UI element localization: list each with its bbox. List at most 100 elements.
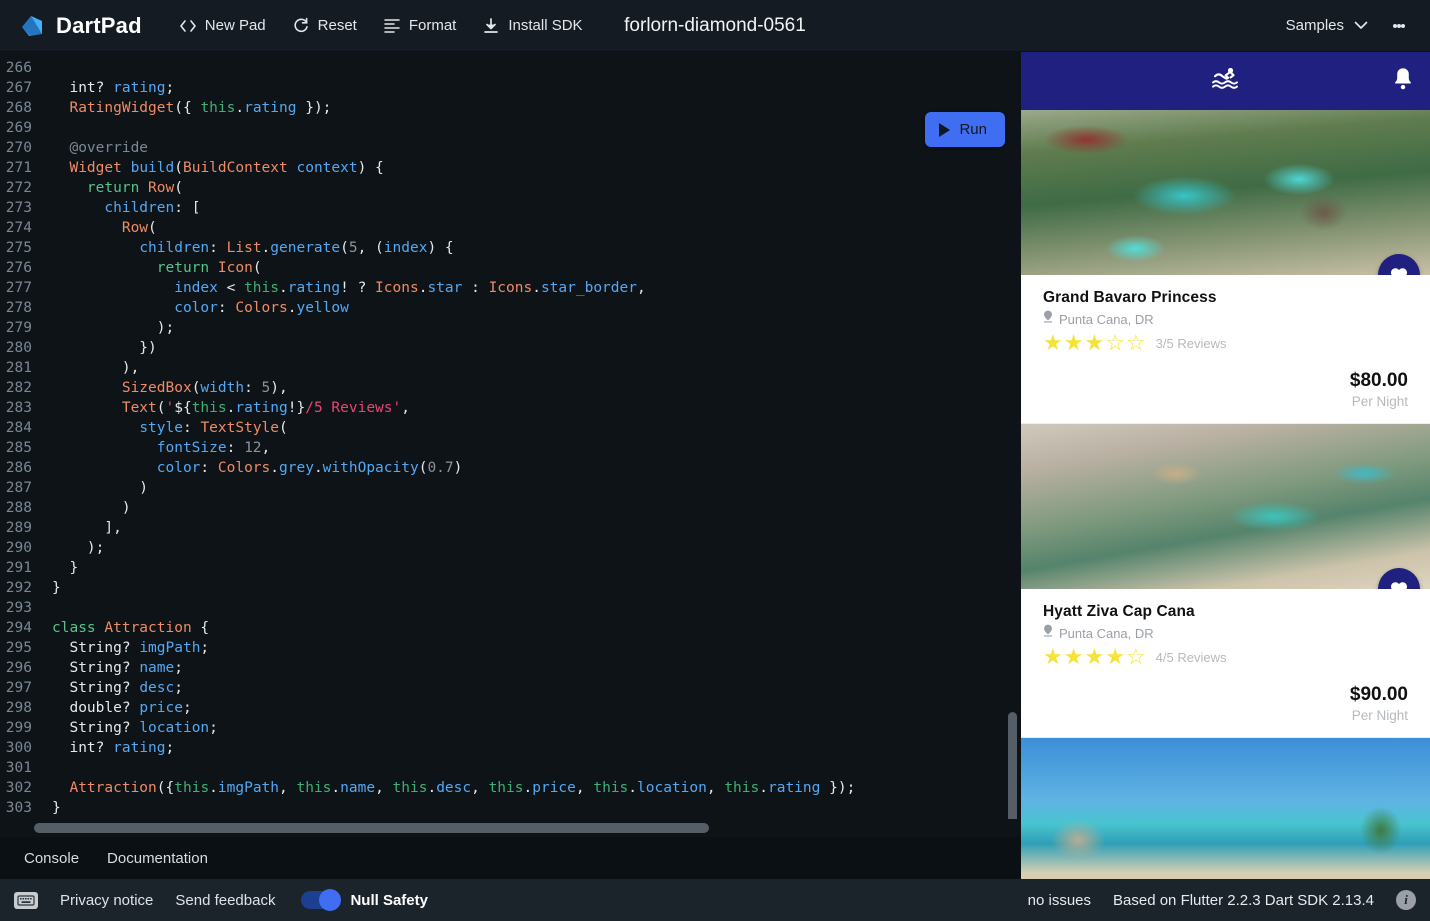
line-text[interactable]: int? rating; xyxy=(40,738,1021,758)
line-text[interactable]: } xyxy=(40,558,1021,578)
line-text[interactable]: return Row( xyxy=(40,178,1021,198)
privacy-notice-link[interactable]: Privacy notice xyxy=(60,892,153,909)
new-pad-button[interactable]: New Pad xyxy=(168,11,277,41)
line-text[interactable]: String? imgPath; xyxy=(40,638,1021,658)
code-token: String? xyxy=(69,640,131,656)
line-text[interactable]: color: Colors.yellow xyxy=(40,298,1021,318)
tab-documentation[interactable]: Documentation xyxy=(95,842,220,875)
code-token: build xyxy=(130,160,175,176)
code-token: this xyxy=(200,100,236,116)
line-text[interactable]: Text('${this.rating!}/5 Reviews', xyxy=(40,398,1021,418)
editor-vertical-scrollbar[interactable] xyxy=(1008,712,1017,819)
code-token: : xyxy=(244,380,262,396)
code-token: List xyxy=(226,240,262,256)
format-button[interactable]: Format xyxy=(372,11,468,41)
hotel-card[interactable]: Hyatt Ziva Cap Cana Punta Cana, DR ★ ★ ★ ★ ☆ 4/… xyxy=(1021,424,1430,738)
line-text[interactable]: children: [ xyxy=(40,198,1021,218)
reset-button[interactable]: Reset xyxy=(281,11,368,41)
code-content[interactable]: 266 267 int? rating; 268 RatingWidget({ th… xyxy=(0,52,1021,818)
keyboard-icon[interactable] xyxy=(14,891,38,909)
download-icon xyxy=(482,17,500,35)
line-text[interactable]: @override xyxy=(40,138,1021,158)
hotel-card-list[interactable]: Grand Bavaro Princess Punta Cana, DR ★ ★ ★ ☆ ☆… xyxy=(1021,110,1430,879)
line-text[interactable]: ), xyxy=(40,358,1021,378)
code-token: rating xyxy=(113,740,166,756)
code-token: Row xyxy=(148,180,175,196)
line-text[interactable]: String? location; xyxy=(40,718,1021,738)
line-text[interactable]: children: List.generate(5, (index) { xyxy=(40,238,1021,258)
location-pin-icon xyxy=(1043,310,1053,328)
line-text[interactable]: String? name; xyxy=(40,658,1021,678)
pool-swimmer-icon[interactable] xyxy=(1211,66,1241,97)
samples-dropdown[interactable]: Samples xyxy=(1276,11,1378,40)
line-text[interactable] xyxy=(40,598,1021,618)
hotel-price: $80.00 xyxy=(1349,370,1408,391)
code-token: . xyxy=(532,280,541,296)
code-token: style xyxy=(139,420,183,436)
hotel-card[interactable] xyxy=(1021,738,1430,879)
more-vertical-icon[interactable] xyxy=(1382,9,1416,43)
star-outline-icon: ☆ xyxy=(1105,330,1125,355)
line-number: 273 xyxy=(5,200,32,216)
line-text[interactable]: }) xyxy=(40,338,1021,358)
line-text[interactable]: ], xyxy=(40,518,1021,538)
line-text[interactable]: ); xyxy=(40,538,1021,558)
line-text[interactable]: class Attraction { xyxy=(40,618,1021,638)
line-text[interactable]: return Icon( xyxy=(40,258,1021,278)
code-token: grey xyxy=(279,460,314,476)
brand-area[interactable]: DartPad xyxy=(18,12,142,40)
install-sdk-button[interactable]: Install SDK xyxy=(471,11,593,41)
refresh-icon xyxy=(292,17,310,35)
line-text[interactable]: style: TextStyle( xyxy=(40,418,1021,438)
send-feedback-link[interactable]: Send feedback xyxy=(175,892,275,909)
info-icon[interactable]: i xyxy=(1396,890,1416,910)
line-text[interactable]: ) xyxy=(40,478,1021,498)
line-text[interactable] xyxy=(40,758,1021,778)
line-text[interactable]: index < this.rating! ? Icons.star : Icon… xyxy=(40,278,1021,298)
line-text[interactable] xyxy=(40,58,1021,78)
tab-console[interactable]: Console xyxy=(12,842,91,875)
code-token: rating xyxy=(287,280,341,296)
code-token: , xyxy=(375,780,393,796)
code-editor[interactable]: 266 267 int? rating; 268 RatingWidget({ th… xyxy=(0,52,1021,819)
line-text[interactable]: fontSize: 12, xyxy=(40,438,1021,458)
line-text[interactable]: Row( xyxy=(40,218,1021,238)
line-text[interactable]: int? rating; xyxy=(40,78,1021,98)
line-text[interactable]: } xyxy=(40,798,1021,818)
editor-horizontal-scrollbar[interactable] xyxy=(34,823,709,833)
line-text[interactable]: ); xyxy=(40,318,1021,338)
null-safety-toggle[interactable] xyxy=(301,889,342,911)
code-token: generate xyxy=(270,240,341,256)
code-token: ) { xyxy=(357,160,384,176)
line-text[interactable]: Attraction({this.imgPath, this.name, thi… xyxy=(40,778,1021,798)
hotel-card[interactable]: Grand Bavaro Princess Punta Cana, DR ★ ★ ★ ☆ ☆… xyxy=(1021,110,1430,424)
line-text[interactable]: ) xyxy=(40,498,1021,518)
line-number: 290 xyxy=(5,540,32,556)
line-text[interactable]: String? desc; xyxy=(40,678,1021,698)
line-text[interactable]: double? price; xyxy=(40,698,1021,718)
code-token: ( xyxy=(156,400,166,416)
code-token: : xyxy=(200,460,218,476)
line-text[interactable]: color: Colors.grey.withOpacity(0.7) xyxy=(40,458,1021,478)
line-number: 279 xyxy=(5,320,32,336)
code-token: ( xyxy=(279,420,288,436)
code-token: . xyxy=(628,780,638,796)
line-text[interactable]: SizedBox(width: 5), xyxy=(40,378,1021,398)
line-text[interactable] xyxy=(40,118,1021,138)
reset-label: Reset xyxy=(317,17,357,34)
line-text[interactable]: Widget build(BuildContext context) { xyxy=(40,158,1021,178)
line-text[interactable]: } xyxy=(40,578,1021,598)
line-text[interactable]: RatingWidget({ this.rating }); xyxy=(40,98,1021,118)
code-token: this xyxy=(244,280,279,296)
notifications-bell-icon[interactable] xyxy=(1392,67,1414,96)
code-token: 5 xyxy=(261,380,271,396)
code-token: . xyxy=(279,280,288,296)
code-line: 286 color: Colors.grey.withOpacity(0.7) xyxy=(0,458,1021,478)
format-label: Format xyxy=(408,17,457,34)
run-button[interactable]: Run xyxy=(925,112,1005,147)
